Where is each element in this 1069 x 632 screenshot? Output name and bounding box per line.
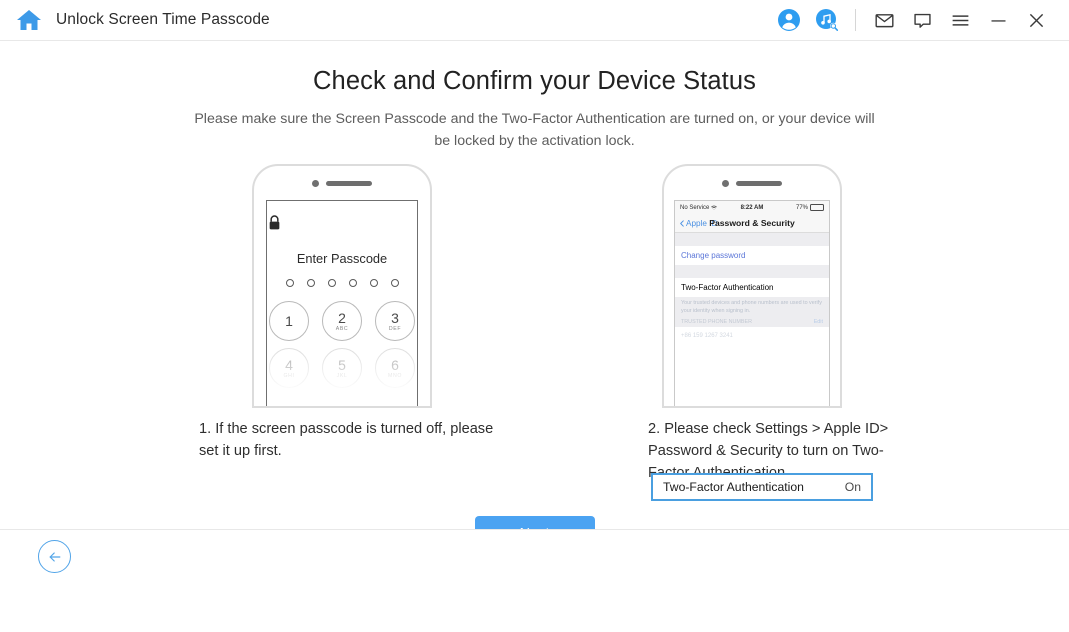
two-factor-value: On	[844, 480, 861, 494]
settings-screen: No Service 8:22 AM 77% Apple ID Password…	[674, 200, 830, 406]
keypad-key-5: 5 JKL	[322, 348, 362, 388]
key-number: 2	[338, 309, 346, 326]
keypad-key-4: 4 GHI	[269, 348, 309, 388]
change-password-label: Change password	[681, 251, 746, 260]
passcode-dot	[390, 279, 399, 287]
keypad-key-8: 8 TUV	[322, 395, 362, 407]
two-factor-label-underlay: Two-Factor Authentication	[681, 283, 774, 292]
footer-bar	[0, 529, 1069, 580]
minimize-icon[interactable]	[979, 1, 1017, 39]
captions-area: 1. If the screen passcode is turned off,…	[0, 418, 1069, 510]
passcode-dot	[327, 279, 336, 287]
passcode-screen: Enter Passcode 1 2 ABC 3 DEF 4 GHI 5 JKL…	[266, 200, 418, 407]
edit-button[interactable]: Edit	[814, 319, 823, 325]
battery-percent: 77%	[795, 204, 808, 211]
key-letters: GHI	[283, 372, 295, 379]
phone-mockup-passcode: Enter Passcode 1 2 ABC 3 DEF 4 GHI 5 JKL…	[252, 164, 432, 408]
app-title: Unlock Screen Time Passcode	[56, 11, 270, 28]
keypad-key-9: 9 WXYZ	[375, 395, 415, 407]
camera-dot-icon	[312, 179, 319, 187]
phone-mockup-two-factor: No Service 8:22 AM 77% Apple ID Password…	[662, 164, 842, 408]
keypad-key-7: 7 PQRS	[269, 395, 309, 407]
trusted-number-header: TRUSTED PHONE NUMBER Edit	[675, 315, 829, 327]
keypad-key-6: 6 MNO	[375, 348, 415, 388]
two-factor-note: Your trusted devices and phone numbers a…	[675, 297, 829, 315]
key-number: 6	[391, 356, 399, 373]
back-button[interactable]	[38, 540, 71, 573]
key-number: 4	[285, 356, 293, 373]
page-subtitle: Please make sure the Screen Passcode and…	[194, 111, 875, 149]
page-title: Check and Confirm your Device Status	[313, 67, 756, 95]
feedback-icon[interactable]	[903, 1, 941, 39]
battery-icon	[810, 204, 824, 211]
ios-section-gap	[675, 233, 829, 246]
close-icon[interactable]	[1017, 1, 1055, 39]
passcode-dot	[369, 279, 378, 287]
two-factor-row-underlay[interactable]: Two-Factor Authentication	[675, 278, 829, 297]
key-number: 8	[338, 405, 346, 407]
account-icon[interactable]	[770, 1, 808, 39]
two-factor-highlight-callout[interactable]: Two-Factor Authentication On	[651, 473, 873, 501]
titlebar-actions	[770, 1, 1055, 39]
trusted-phone-number: +86 159 1267 3241	[675, 327, 829, 345]
key-number: 7	[285, 405, 293, 407]
two-factor-label: Two-Factor Authentication	[663, 480, 804, 494]
passcode-keypad: 1 2 ABC 3 DEF 4 GHI 5 JKL 6 MNO	[267, 301, 417, 407]
speaker-bar-icon	[736, 180, 782, 186]
key-letters: MNO	[388, 372, 402, 379]
key-letters: ABC	[335, 325, 349, 332]
key-letters: DEF	[388, 325, 402, 332]
illustration-area: Enter Passcode 1 2 ABC 3 DEF 4 GHI 5 JKL…	[0, 164, 1069, 501]
keypad-key-3: 3 DEF	[375, 301, 415, 341]
main-content: Check and Confirm your Device Status Ple…	[0, 41, 1069, 580]
music-search-icon[interactable]	[808, 1, 846, 39]
ios-nav-title: Password & Security	[709, 218, 795, 228]
passcode-dot	[306, 279, 315, 287]
titlebar-divider	[855, 9, 856, 31]
key-letters: JKL	[336, 372, 348, 379]
phone-earpiece	[664, 166, 840, 200]
passcode-dots	[267, 279, 417, 287]
speaker-bar-icon	[326, 180, 372, 186]
home-icon[interactable]	[16, 8, 42, 32]
mail-icon[interactable]	[865, 1, 903, 39]
key-number: 9	[391, 405, 399, 407]
change-password-row[interactable]: Change password	[675, 246, 829, 265]
key-number: 5	[338, 356, 346, 373]
lock-icon	[267, 214, 417, 236]
caption-step-1: 1. If the screen passcode is turned off,…	[199, 421, 494, 459]
arrow-left-icon	[49, 551, 60, 562]
fade-mask	[675, 352, 829, 406]
key-number: 3	[391, 309, 399, 326]
keypad-key-1: 1	[269, 301, 309, 341]
passcode-dot	[348, 279, 357, 287]
phone-earpiece	[254, 166, 430, 200]
title-bar: Unlock Screen Time Passcode	[0, 0, 1069, 41]
passcode-dot	[285, 279, 294, 287]
menu-icon[interactable]	[941, 1, 979, 39]
camera-dot-icon	[722, 179, 729, 187]
ios-section-gap	[675, 265, 829, 278]
keypad-key-2: 2 ABC	[322, 301, 362, 341]
trusted-number-label: TRUSTED PHONE NUMBER	[681, 319, 752, 325]
ios-status-bar: No Service 8:22 AM 77%	[675, 201, 829, 214]
enter-passcode-label: Enter Passcode	[296, 251, 388, 266]
key-number: 1	[285, 312, 293, 329]
ios-nav-bar: Apple ID Password & Security	[675, 214, 829, 233]
